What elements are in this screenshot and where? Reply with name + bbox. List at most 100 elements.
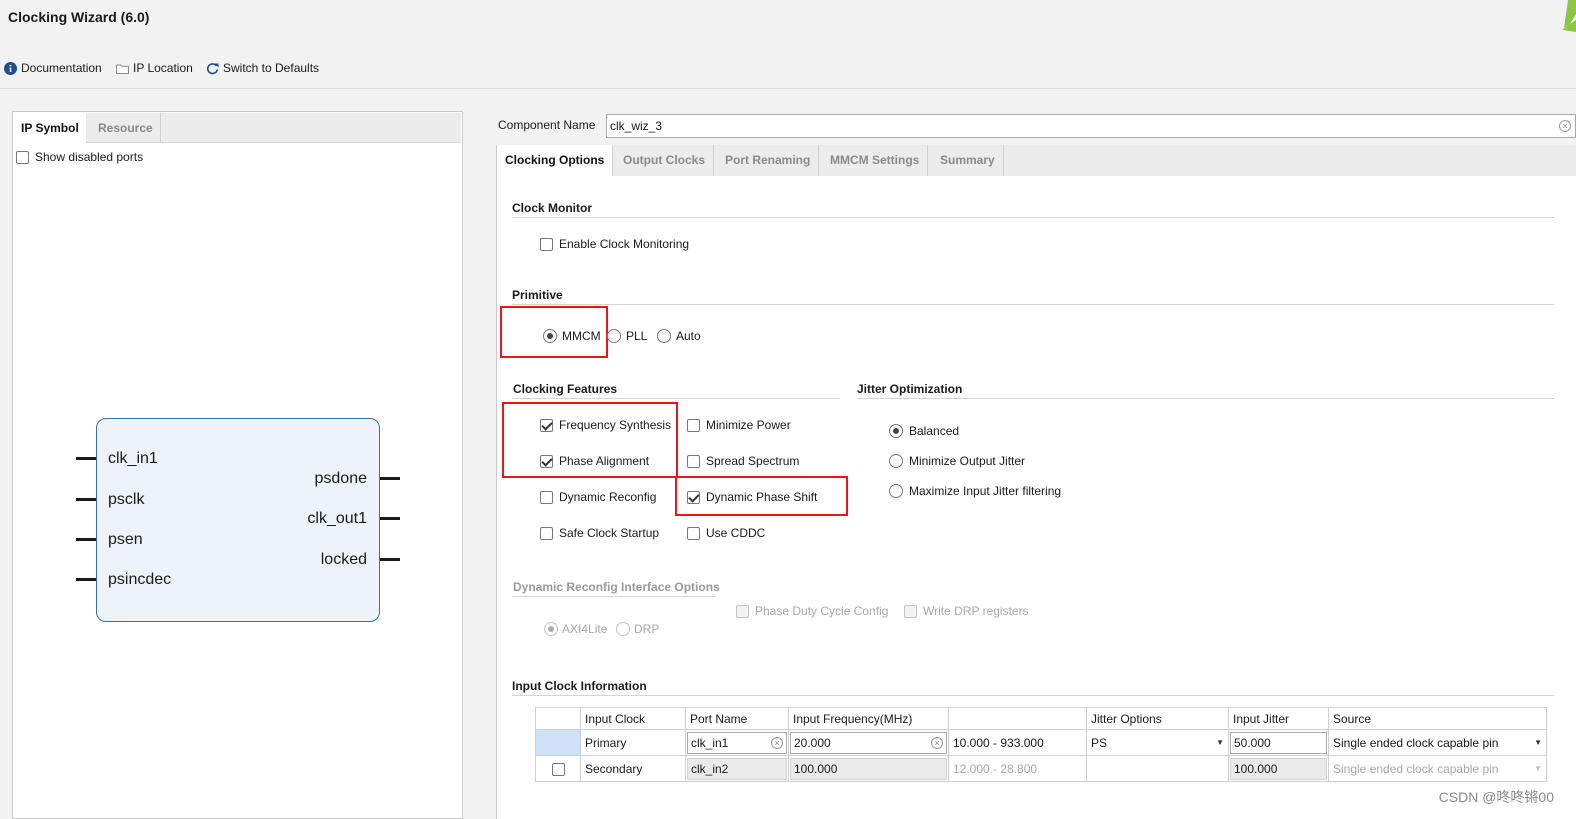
port-name-value: clk_in1 [691, 735, 729, 750]
jitter-min-output-label: Minimize Output Jitter [909, 454, 1026, 468]
table-corner [535, 707, 581, 730]
row-selector[interactable] [535, 729, 581, 756]
primitive-mmcm-option[interactable]: MMCM [543, 329, 601, 343]
minimize-power-option[interactable]: Minimize Power [687, 418, 791, 432]
chevron-down-icon: ▼ [1216, 738, 1224, 747]
chevron-down-icon: ▼ [1534, 738, 1542, 747]
drp-axi4lite-radio[interactable] [544, 622, 558, 636]
dynamic-phase-shift-checkbox[interactable] [687, 490, 700, 504]
source-dropdown[interactable]: Single ended clock capable pin ▼ [1333, 736, 1542, 750]
primitive-auto-option[interactable]: Auto [657, 329, 701, 343]
jitter-max-input-radio[interactable] [889, 484, 903, 498]
section-divider [512, 596, 716, 597]
frequency-range: 12.000 - 28.800 [948, 755, 1087, 782]
clock-monitor-title: Clock Monitor [512, 201, 592, 215]
dynamic-reconfig-checkbox[interactable] [540, 490, 553, 504]
dynamic-reconfig-option[interactable]: Dynamic Reconfig [540, 490, 656, 504]
documentation-button[interactable]: Documentation [4, 61, 102, 75]
frequency-synthesis-label: Frequency Synthesis [559, 418, 672, 432]
drp-axi4lite-option[interactable]: AXI4Lite [544, 622, 607, 636]
spread-spectrum-checkbox[interactable] [687, 454, 700, 468]
folder-icon [116, 64, 129, 74]
phase-duty-cycle-label: Phase Duty Cycle Config [755, 604, 889, 618]
tab-port-renaming[interactable]: Port Renaming [717, 145, 820, 176]
source-cell[interactable]: Single ended clock capable pin ▼ [1328, 729, 1547, 756]
xilinx-logo-icon [1562, 0, 1576, 32]
port-name-input[interactable]: clk_in1 × [687, 731, 787, 754]
toolbar-divider [0, 88, 1576, 89]
tab-summary[interactable]: Summary [932, 145, 1004, 176]
tab-output-clocks[interactable]: Output Clocks [615, 145, 715, 176]
minimize-power-checkbox[interactable] [687, 418, 700, 432]
column-header [948, 707, 1087, 730]
primitive-auto-radio[interactable] [657, 329, 671, 343]
show-disabled-ports-option[interactable]: Show disabled ports [16, 150, 143, 164]
spread-spectrum-option[interactable]: Spread Spectrum [687, 454, 799, 468]
show-disabled-ports-checkbox[interactable] [16, 150, 29, 164]
switch-defaults-button[interactable]: Switch to Defaults [206, 61, 319, 75]
clear-icon[interactable]: × [931, 736, 943, 749]
jitter-balanced-option[interactable]: Balanced [889, 424, 959, 438]
primitive-pll-radio[interactable] [607, 329, 621, 343]
use-cddc-label: Use CDDC [706, 526, 766, 540]
table-header-row: Input Clock Port Name Input Frequency(MH… [535, 707, 1547, 730]
secondary-enable-checkbox[interactable] [551, 762, 565, 776]
write-drp-option[interactable]: Write DRP registers [904, 604, 1029, 618]
port-label: psclk [108, 491, 145, 508]
phase-alignment-option[interactable]: Phase Alignment [540, 454, 649, 468]
row-selector[interactable] [535, 755, 581, 782]
pin-line [76, 538, 96, 541]
tab-resource[interactable]: Resource [91, 113, 161, 143]
drp-drp-radio[interactable] [616, 622, 630, 636]
column-header: Source [1328, 707, 1547, 730]
primitive-title: Primitive [512, 288, 563, 302]
port-name-cell: clk_in2 [685, 755, 789, 782]
safe-clock-startup-label: Safe Clock Startup [559, 526, 660, 540]
phase-duty-cycle-option[interactable]: Phase Duty Cycle Config [736, 604, 888, 618]
ip-location-button[interactable]: IP Location [116, 61, 193, 75]
primitive-pll-option[interactable]: PLL [607, 329, 647, 343]
jitter-min-output-option[interactable]: Minimize Output Jitter [889, 454, 1025, 468]
frequency-synthesis-option[interactable]: Frequency Synthesis [540, 418, 671, 432]
port-label: clk_in1 [108, 450, 158, 467]
input-frequency-cell: 20.000 × [788, 729, 949, 756]
safe-clock-startup-option[interactable]: Safe Clock Startup [540, 526, 659, 540]
enable-clock-monitoring-checkbox[interactable] [540, 237, 553, 251]
jitter-min-output-radio[interactable] [889, 454, 903, 468]
input-jitter-input[interactable]: 50.000 [1230, 731, 1327, 754]
use-cddc-checkbox[interactable] [687, 526, 700, 540]
jitter-max-input-option[interactable]: Maximize Input Jitter filtering [889, 484, 1061, 498]
dynamic-phase-shift-option[interactable]: Dynamic Phase Shift [687, 490, 817, 504]
input-jitter-readonly: 100.000 [1230, 757, 1327, 780]
input-frequency-input[interactable]: 20.000 × [790, 731, 947, 754]
ip-location-label: IP Location [133, 61, 193, 75]
tab-clocking-options[interactable]: Clocking Options [497, 145, 614, 176]
jitter-optimization-title: Jitter Optimization [857, 382, 963, 396]
drp-drp-option[interactable]: DRP [616, 622, 659, 636]
input-jitter-cell: 50.000 [1228, 729, 1329, 756]
clear-icon[interactable]: × [771, 736, 783, 749]
input-frequency-readonly: 100.000 [790, 757, 947, 780]
jitter-options-cell[interactable]: PS ▼ [1086, 729, 1229, 756]
phase-duty-cycle-checkbox[interactable] [736, 604, 749, 618]
enable-clock-monitoring-option[interactable]: Enable Clock Monitoring [540, 237, 689, 251]
pin-line [380, 517, 400, 520]
write-drp-label: Write DRP registers [923, 604, 1029, 618]
primitive-mmcm-radio[interactable] [543, 329, 557, 343]
safe-clock-startup-checkbox[interactable] [540, 526, 553, 540]
clear-icon[interactable]: × [1559, 120, 1571, 132]
section-divider [512, 217, 1554, 218]
write-drp-checkbox[interactable] [904, 604, 917, 618]
port-label: psincdec [108, 571, 172, 588]
component-name-input[interactable]: clk_wiz_3 × [606, 114, 1576, 138]
jitter-balanced-radio[interactable] [889, 424, 903, 438]
tab-ip-symbol[interactable]: IP Symbol [14, 113, 86, 143]
drp-drp-label: DRP [634, 622, 660, 636]
phase-alignment-checkbox[interactable] [540, 454, 553, 468]
jitter-options-dropdown[interactable]: PS ▼ [1091, 736, 1224, 750]
tab-mmcm-settings[interactable]: MMCM Settings [822, 145, 929, 176]
section-divider [512, 304, 1554, 305]
frequency-synthesis-checkbox[interactable] [540, 418, 553, 432]
use-cddc-option[interactable]: Use CDDC [687, 526, 765, 540]
input-frequency-cell: 100.000 [788, 755, 949, 782]
